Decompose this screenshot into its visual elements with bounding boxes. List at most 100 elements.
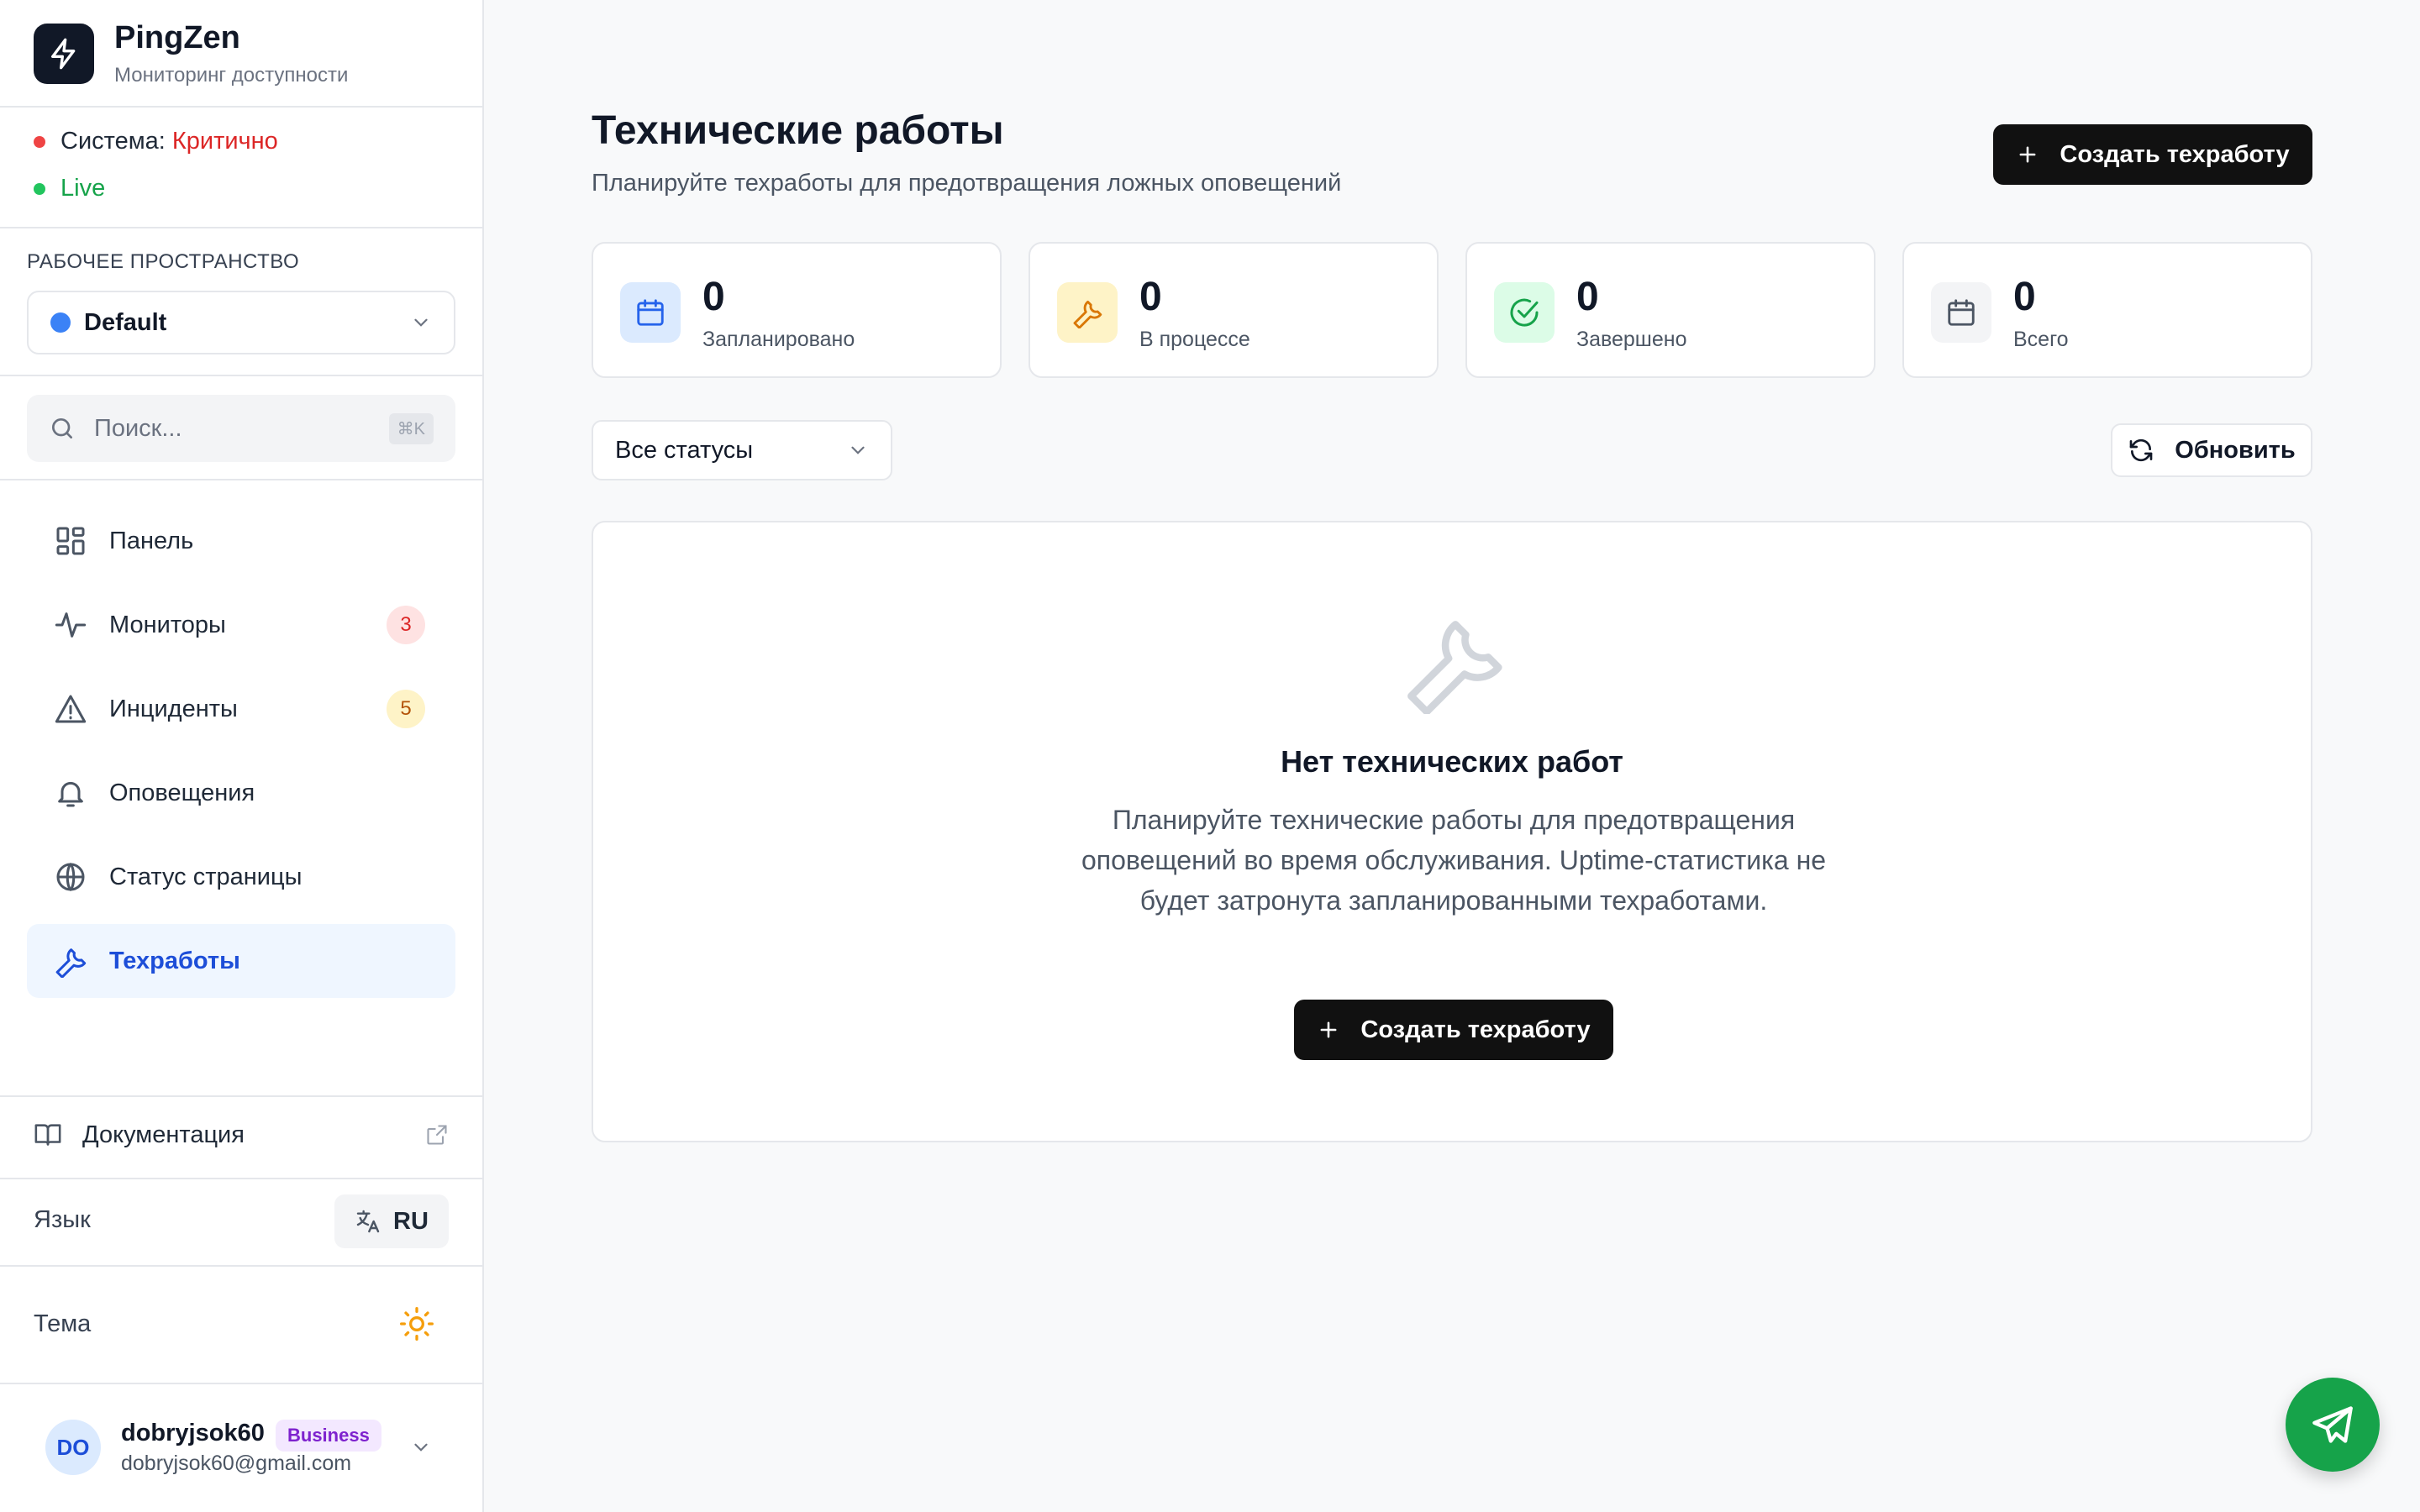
nav-label: Мониторы bbox=[109, 611, 226, 638]
search-section: Поиск... ⌘K bbox=[0, 376, 482, 480]
workspace-title: РАБОЧЕЕ ПРОСТРАНСТВО bbox=[27, 250, 300, 273]
stat-card-scheduled: 0 Запланировано bbox=[592, 242, 1002, 378]
nav-item-incidents[interactable]: Инциденты 5 bbox=[27, 672, 455, 746]
telegram-support-button[interactable] bbox=[2286, 1378, 2380, 1472]
empty-state-card: Нет технических работ Планируйте техниче… bbox=[592, 521, 2312, 1142]
create-maintenance-button[interactable]: Создать техработу bbox=[1993, 124, 2312, 185]
stat-card-completed: 0 Завершено bbox=[1465, 242, 1876, 378]
status-filter-value: Все статусы bbox=[615, 436, 754, 464]
stat-label: Запланировано bbox=[702, 328, 855, 351]
brand-name: PingZen bbox=[114, 20, 240, 55]
create-button-label: Создать техработу bbox=[1360, 1016, 1591, 1043]
refresh-icon bbox=[2129, 438, 2153, 462]
workspace-color-dot bbox=[50, 312, 71, 333]
workspace-section: РАБОЧЕЕ ПРОСТРАНСТВО Default bbox=[0, 228, 482, 376]
page-subtitle: Планируйте техработы для предотвращения … bbox=[592, 170, 1342, 197]
nav-label: Оповещения bbox=[109, 779, 255, 806]
empty-state-text: Планируйте технические работы для предот… bbox=[1081, 805, 1827, 916]
live-status-row: Live bbox=[34, 175, 105, 202]
plus-icon bbox=[1320, 1021, 1337, 1038]
stat-value: 0 bbox=[702, 275, 725, 319]
nav-label: Статус страницы bbox=[109, 863, 302, 890]
dashboard-icon bbox=[56, 527, 85, 555]
wrench-icon bbox=[1400, 606, 1507, 714]
nav-item-alerts[interactable]: Оповещения bbox=[27, 756, 455, 830]
stat-label: Завершено bbox=[1576, 328, 1687, 351]
search-placeholder: Поиск... bbox=[94, 414, 182, 442]
live-label: Live bbox=[60, 175, 106, 202]
translate-icon bbox=[356, 1210, 380, 1233]
plus-icon bbox=[2019, 146, 2036, 163]
refresh-label: Обновить bbox=[2175, 436, 2296, 464]
search-shortcut: ⌘K bbox=[388, 412, 434, 444]
globe-icon bbox=[56, 862, 85, 892]
calendar-icon bbox=[620, 282, 681, 343]
bell-icon bbox=[58, 781, 83, 807]
sun-icon bbox=[400, 1307, 434, 1341]
page-title: Технические работы bbox=[592, 108, 1004, 153]
nav-item-monitors[interactable]: Мониторы 3 bbox=[27, 588, 455, 662]
documentation-section: Документация bbox=[0, 1095, 482, 1179]
system-value: Критично bbox=[171, 128, 278, 155]
stat-value: 0 bbox=[1139, 275, 1162, 319]
nav-item-dashboard[interactable]: Панель bbox=[27, 504, 455, 578]
monitors-count-badge: 3 bbox=[387, 606, 425, 644]
main-nav: Панель Мониторы 3 Инциденты 5 Оповещения… bbox=[27, 504, 455, 1008]
status-dot-icon bbox=[34, 135, 45, 148]
activity-icon bbox=[55, 612, 87, 638]
refresh-button[interactable]: Обновить bbox=[2111, 423, 2312, 477]
language-switch-button[interactable]: RU bbox=[334, 1194, 449, 1248]
stat-card-total: 0 Всего bbox=[1902, 242, 2312, 378]
calendar-icon bbox=[1931, 282, 1991, 343]
sidebar: PingZen Мониторинг доступности Система: … bbox=[0, 0, 484, 1512]
external-link-icon bbox=[427, 1125, 447, 1145]
workspace-select[interactable]: Default bbox=[27, 291, 455, 354]
language-label: Язык bbox=[34, 1206, 91, 1233]
nav-label: Инциденты bbox=[109, 695, 238, 722]
create-button-label: Создать техработу bbox=[2060, 140, 2290, 168]
system-status-row: Система: Критично bbox=[34, 128, 278, 155]
system-label: Система: bbox=[60, 128, 166, 155]
language-value: RU bbox=[393, 1207, 429, 1235]
workspace-name: Default bbox=[84, 308, 167, 336]
theme-label: Тема bbox=[34, 1310, 92, 1337]
wrench-icon bbox=[55, 948, 87, 978]
user-menu[interactable]: DO dobryjsok60 Business dobryjsok60@gmai… bbox=[0, 1384, 482, 1512]
search-icon bbox=[52, 418, 72, 438]
theme-section: Тема bbox=[0, 1267, 482, 1384]
nav-item-maintenance[interactable]: Техработы bbox=[27, 924, 455, 998]
system-status: Система: Критично Live bbox=[0, 108, 482, 228]
incidents-count-badge: 5 bbox=[387, 690, 425, 728]
documentation-link[interactable]: Документация bbox=[34, 1121, 449, 1149]
user-email: dobryjsok60@gmail.com bbox=[121, 1452, 352, 1475]
live-dot-icon bbox=[34, 182, 45, 195]
chevron-down-icon bbox=[414, 1443, 428, 1452]
logo-icon[interactable] bbox=[34, 24, 94, 84]
avatar: DO bbox=[45, 1420, 101, 1475]
brand-subtitle: Мониторинг доступности bbox=[114, 64, 349, 87]
stat-label: Всего bbox=[2013, 328, 2069, 351]
status-filter-select[interactable]: Все статусы bbox=[592, 420, 892, 480]
stat-card-in-progress: 0 В процессе bbox=[1028, 242, 1439, 378]
plan-badge: Business bbox=[276, 1420, 381, 1452]
book-open-icon bbox=[34, 1124, 61, 1146]
stat-value: 0 bbox=[2013, 275, 2036, 319]
search-input[interactable]: Поиск... ⌘K bbox=[27, 395, 455, 462]
nav-label: Панель bbox=[109, 527, 194, 554]
empty-state-title: Нет технических работ bbox=[1281, 744, 1623, 779]
nav-label: Техработы bbox=[109, 947, 240, 974]
chevron-down-icon bbox=[414, 318, 428, 327]
user-name: dobryjsok60 bbox=[121, 1420, 265, 1446]
telegram-icon bbox=[2312, 1406, 2353, 1443]
language-section: Язык RU bbox=[0, 1179, 482, 1267]
alert-triangle-icon bbox=[55, 695, 87, 723]
brand-header: PingZen Мониторинг доступности bbox=[0, 0, 482, 108]
create-maintenance-button[interactable]: Создать техработу bbox=[1294, 1000, 1613, 1060]
stat-label: В процессе bbox=[1139, 328, 1250, 351]
chevron-down-icon bbox=[851, 446, 865, 454]
stat-value: 0 bbox=[1576, 275, 1599, 319]
nav-item-status-page[interactable]: Статус страницы bbox=[27, 840, 455, 914]
theme-toggle-button[interactable] bbox=[398, 1305, 435, 1342]
check-circle-icon bbox=[1494, 282, 1555, 343]
wrench-icon bbox=[1057, 282, 1118, 343]
